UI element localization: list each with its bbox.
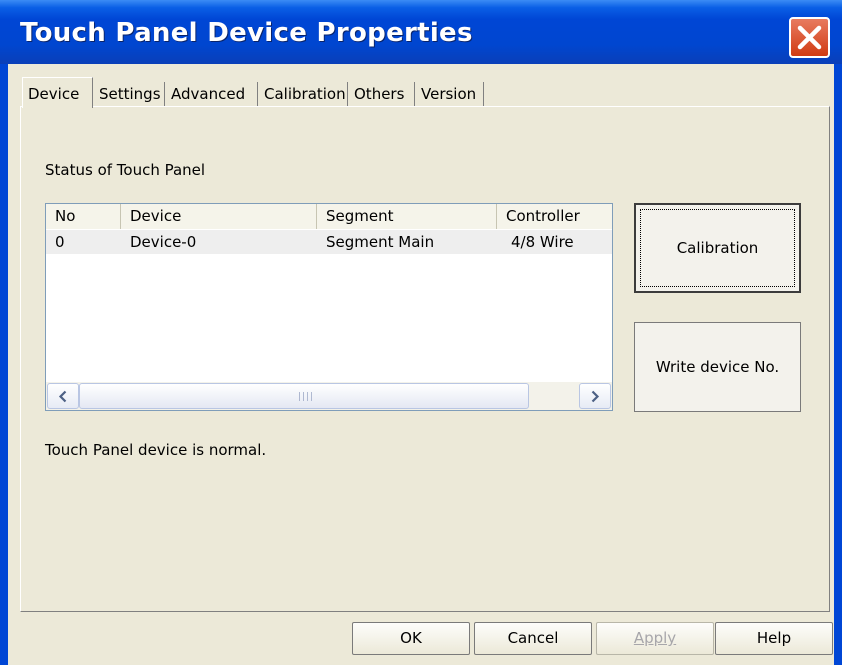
- scroll-left-button[interactable]: [47, 383, 79, 409]
- cell-no: 0: [55, 233, 65, 251]
- scroll-thumb[interactable]: ||||: [79, 383, 529, 409]
- close-button[interactable]: [789, 17, 830, 58]
- calibration-button-label: Calibration: [676, 239, 759, 257]
- list-header: No Device Segment Controller: [46, 204, 612, 229]
- chevron-right-icon: [591, 390, 600, 403]
- tab-version[interactable]: Version: [416, 82, 484, 106]
- cell-device: Device-0: [130, 233, 197, 251]
- cell-controller: 4/8 Wire: [511, 233, 574, 251]
- apply-button[interactable]: Apply: [596, 622, 714, 655]
- tab-settings[interactable]: Settings: [94, 82, 165, 106]
- close-icon: [797, 25, 822, 50]
- device-list[interactable]: No Device Segment Controller 0 Device-0 …: [45, 203, 613, 411]
- tab-others[interactable]: Others: [349, 82, 415, 106]
- cell-segment: Segment Main: [326, 233, 435, 251]
- column-device[interactable]: Device: [121, 204, 317, 229]
- window-frame-left: [0, 64, 8, 665]
- tab-device[interactable]: Device: [22, 77, 93, 108]
- grip-icon: ||||: [298, 392, 315, 402]
- tab-advanced[interactable]: Advanced: [166, 82, 258, 106]
- window-frame-right: [834, 64, 842, 665]
- tab-calibration[interactable]: Calibration: [259, 82, 348, 106]
- title-bar[interactable]: Touch Panel Device Properties: [0, 0, 842, 64]
- scroll-right-button[interactable]: [579, 383, 611, 409]
- write-device-button[interactable]: Write device No.: [634, 322, 801, 412]
- horizontal-scrollbar[interactable]: ||||: [46, 382, 612, 410]
- status-label: Status of Touch Panel: [45, 161, 206, 179]
- help-button[interactable]: Help: [715, 622, 833, 655]
- window-title: Touch Panel Device Properties: [20, 18, 473, 48]
- status-message: Touch Panel device is normal.: [45, 441, 267, 459]
- calibration-button[interactable]: Calibration: [634, 203, 801, 293]
- ok-button[interactable]: OK: [352, 622, 470, 655]
- column-segment[interactable]: Segment: [317, 204, 497, 229]
- chevron-left-icon: [58, 390, 67, 403]
- column-controller[interactable]: Controller: [497, 204, 612, 229]
- cancel-button[interactable]: Cancel: [474, 622, 592, 655]
- write-device-button-label: Write device No.: [655, 358, 780, 376]
- table-row[interactable]: 0 Device-0 Segment Main 4/8 Wire: [46, 230, 612, 254]
- properties-dialog: Touch Panel Device Properties Device Set…: [0, 0, 842, 665]
- column-no[interactable]: No: [46, 204, 121, 229]
